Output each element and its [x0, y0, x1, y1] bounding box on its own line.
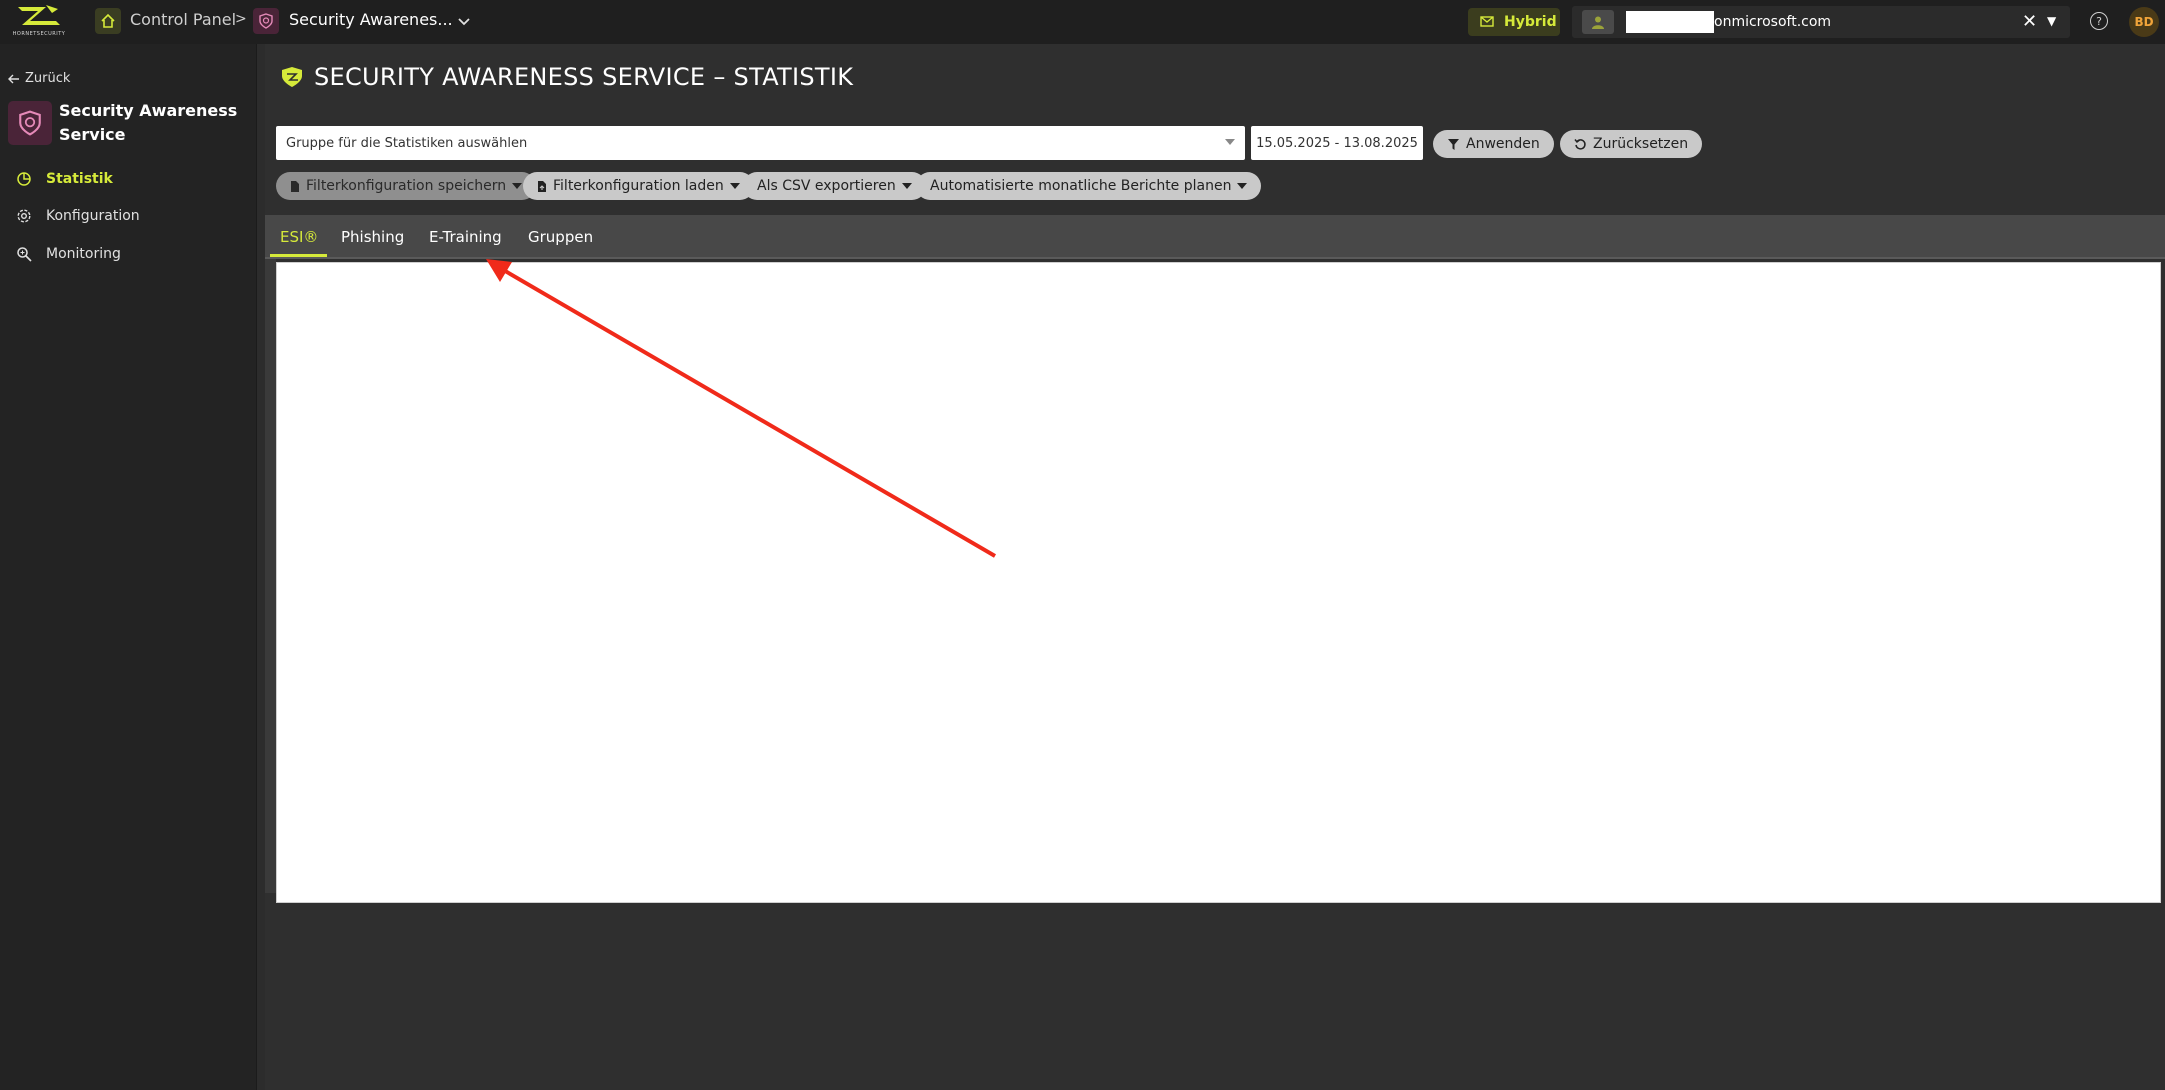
back-link[interactable]: Zurück [8, 71, 70, 86]
apply-label: Anwenden [1466, 136, 1540, 152]
gear-icon [17, 209, 31, 223]
breadcrumb-separator: > [235, 11, 247, 27]
back-label: Zurück [25, 71, 71, 86]
sidebar-item-label: Konfiguration [46, 208, 140, 224]
file-icon [291, 180, 299, 192]
envelope-cloud-icon [1480, 16, 1494, 27]
csv-export-button[interactable]: Als CSV exportieren [743, 172, 926, 200]
hornetsecurity-logo[interactable]: HORNETSECURITY [6, 3, 72, 41]
arrow-left-icon [8, 74, 19, 83]
user-avatar[interactable]: BD [2129, 7, 2159, 37]
security-awareness-icon [253, 8, 279, 34]
reset-icon [1574, 138, 1586, 150]
sidebar-item-konfiguration[interactable]: Konfiguration [16, 208, 140, 224]
tab-phishing[interactable]: Phishing [341, 228, 404, 246]
sidebar-item-label: Statistik [46, 171, 113, 187]
load-filter-label: Filterkonfiguration laden [553, 178, 724, 194]
group-select-placeholder: Gruppe für die Statistiken auswählen [286, 135, 528, 151]
clear-tenant-icon[interactable]: ✕ [2022, 11, 2037, 32]
redacted-tenant-name [1626, 11, 1714, 33]
caret-down-icon [901, 183, 912, 189]
tenant-domain: onmicrosoft.com [1714, 14, 1832, 30]
sidebar: Zurück Security Awareness Service Statis… [0, 44, 256, 1090]
tenant-selector[interactable]: onmicrosoft.com ✕ ▼ [1572, 6, 2070, 38]
page-title: SECURITY AWARENESS SERVICE – STATISTIK [280, 63, 853, 91]
save-filter-label: Filterkonfiguration speichern [306, 178, 507, 194]
active-tab-indicator [270, 254, 327, 257]
service-icon [8, 101, 52, 145]
breadcrumb-service[interactable]: Security Awarenes... [289, 10, 453, 29]
reset-label: Zurücksetzen [1593, 136, 1689, 152]
help-icon[interactable]: ? [2090, 12, 2108, 30]
hybrid-badge[interactable]: Hybrid [1468, 8, 1560, 36]
page-title-text: SECURITY AWARENESS SERVICE – STATISTIK [314, 63, 854, 91]
caret-down-icon [512, 183, 523, 189]
hornet-logo-icon [18, 5, 60, 25]
tenant-user-icon [1582, 10, 1614, 34]
filter-icon [1448, 138, 1459, 150]
caret-down-icon [1237, 183, 1248, 189]
tab-gruppen[interactable]: Gruppen [528, 228, 593, 246]
chevron-down-icon[interactable] [455, 13, 473, 31]
tenant-dropdown-icon[interactable]: ▼ [2047, 14, 2056, 28]
panel-gutter [265, 259, 276, 893]
sidebar-item-label: Monitoring [46, 246, 121, 262]
reset-button[interactable]: Zurücksetzen [1560, 130, 1703, 158]
tab-esi[interactable]: ESI® [280, 228, 318, 246]
monthly-reports-label: Automatisierte monatliche Berichte plane… [930, 178, 1232, 194]
tab-e-training[interactable]: E-Training [429, 228, 502, 246]
logo-text: HORNETSECURITY [12, 31, 66, 37]
chart-pie-icon [17, 172, 31, 186]
save-filter-button[interactable]: Filterkonfiguration speichern [276, 172, 537, 200]
group-select[interactable]: Gruppe für die Statistiken auswählen [276, 126, 1245, 160]
tab-divider [265, 257, 2165, 259]
caret-down-icon [729, 183, 740, 189]
date-range-input[interactable]: 15.05.2025 - 13.08.2025 [1251, 126, 1423, 160]
breadcrumb-control-panel[interactable]: Control Panel [130, 10, 236, 29]
home-icon [101, 13, 115, 28]
statistics-content-panel [276, 262, 2161, 903]
csv-export-label: Als CSV exportieren [757, 178, 896, 194]
file-upload-icon [538, 180, 546, 192]
shield-brain-icon [259, 13, 273, 29]
load-filter-button[interactable]: Filterkonfiguration laden [523, 172, 754, 200]
shield-brain-icon [19, 110, 41, 136]
sidebar-item-statistik[interactable]: Statistik [16, 171, 113, 187]
caret-down-icon [1225, 139, 1235, 145]
magnifier-icon [17, 247, 32, 262]
sidebar-item-monitoring[interactable]: Monitoring [16, 246, 121, 262]
home-icon-button[interactable] [95, 8, 121, 34]
shield-hornet-icon [282, 67, 302, 87]
sidebar-divider [256, 44, 265, 1090]
apply-button[interactable]: Anwenden [1433, 130, 1554, 158]
service-title: Security Awareness Service [59, 101, 238, 144]
monthly-reports-button[interactable]: Automatisierte monatliche Berichte plane… [916, 172, 1262, 200]
top-bar: HORNETSECURITY Control Panel > Security … [0, 0, 2165, 44]
hybrid-label: Hybrid [1504, 14, 1557, 30]
